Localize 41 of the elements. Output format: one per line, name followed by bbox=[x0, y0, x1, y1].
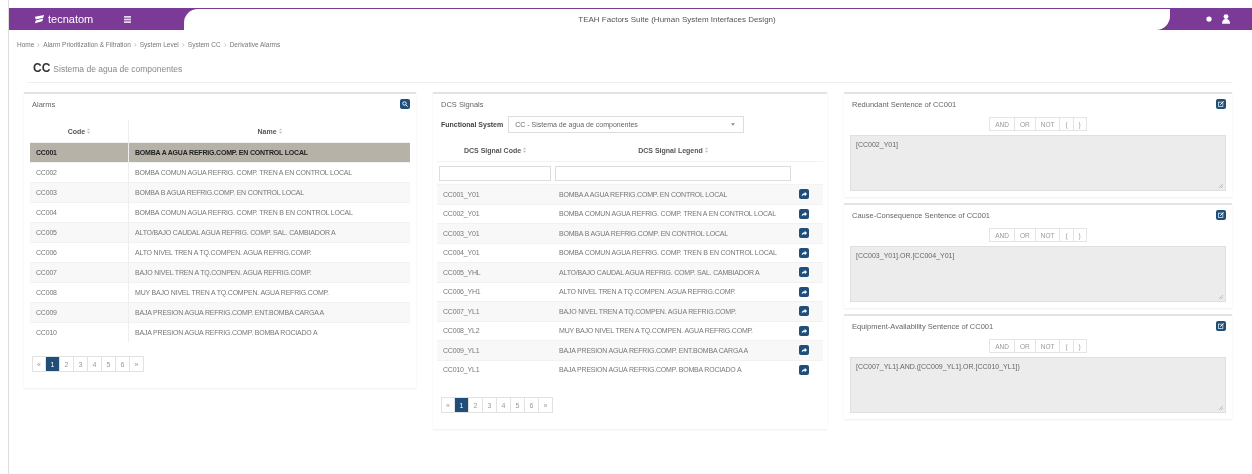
search-icon bbox=[402, 101, 408, 107]
edit-button[interactable] bbox=[1216, 321, 1226, 331]
filter-input[interactable] bbox=[555, 165, 791, 181]
share-arrow-icon bbox=[801, 269, 807, 276]
edit-icon bbox=[1218, 212, 1224, 218]
share-button[interactable] bbox=[799, 364, 809, 375]
share-arrow-icon bbox=[801, 210, 807, 217]
share-arrow-icon bbox=[801, 230, 807, 237]
share-button[interactable] bbox=[799, 286, 809, 297]
share-arrow-icon bbox=[801, 327, 807, 334]
system-code: CC bbox=[33, 61, 51, 75]
share-arrow-icon bbox=[801, 308, 807, 315]
system-name: Sistema de agua de componentes bbox=[53, 64, 183, 74]
share-button[interactable] bbox=[799, 228, 809, 239]
filter-input[interactable] bbox=[439, 165, 551, 181]
edit-icon bbox=[1218, 101, 1224, 107]
share-button[interactable] bbox=[799, 189, 809, 200]
logo-icon bbox=[34, 13, 45, 25]
edit-icon bbox=[1218, 323, 1224, 329]
edit-button[interactable] bbox=[1216, 99, 1226, 109]
share-button[interactable] bbox=[799, 208, 809, 219]
share-arrow-icon bbox=[801, 191, 807, 198]
share-button[interactable] bbox=[799, 325, 809, 336]
share-arrow-icon bbox=[801, 347, 807, 354]
caret-icon bbox=[731, 123, 736, 126]
edit-button[interactable] bbox=[1216, 210, 1226, 220]
brand-name: tecnatom bbox=[48, 13, 94, 25]
resize-grip-icon bbox=[1218, 405, 1223, 410]
share-button[interactable] bbox=[799, 345, 809, 356]
menu-icon[interactable] bbox=[124, 15, 132, 23]
user-icon[interactable] bbox=[1222, 14, 1230, 24]
app-title: TEAH Factors Suite (Human System Interfaces Design) bbox=[578, 15, 776, 24]
resize-grip-icon bbox=[1218, 183, 1223, 188]
share-button[interactable] bbox=[799, 247, 809, 258]
resize-grip-icon bbox=[1218, 294, 1223, 299]
share-button[interactable] bbox=[799, 267, 809, 278]
share-button[interactable] bbox=[799, 306, 809, 317]
share-arrow-icon bbox=[801, 288, 807, 295]
share-arrow-icon bbox=[801, 366, 807, 373]
search-button[interactable] bbox=[400, 99, 410, 109]
share-arrow-icon bbox=[801, 249, 807, 256]
